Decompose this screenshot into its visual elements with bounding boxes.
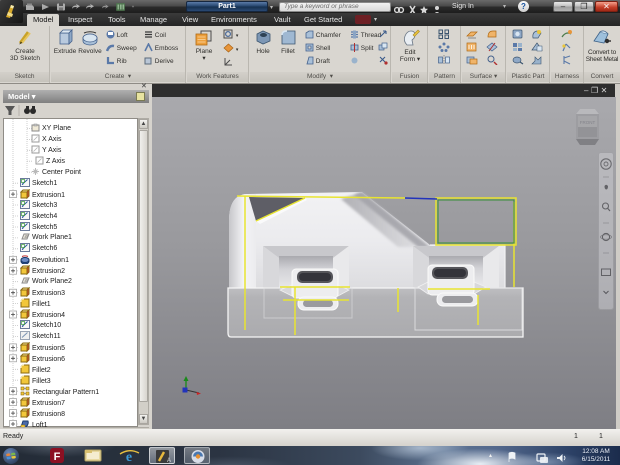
svg-text:F: F bbox=[54, 451, 61, 463]
svg-text:e: e bbox=[126, 450, 132, 464]
svg-text:A: A bbox=[167, 458, 171, 464]
svg-text:FRONT: FRONT bbox=[580, 120, 596, 125]
